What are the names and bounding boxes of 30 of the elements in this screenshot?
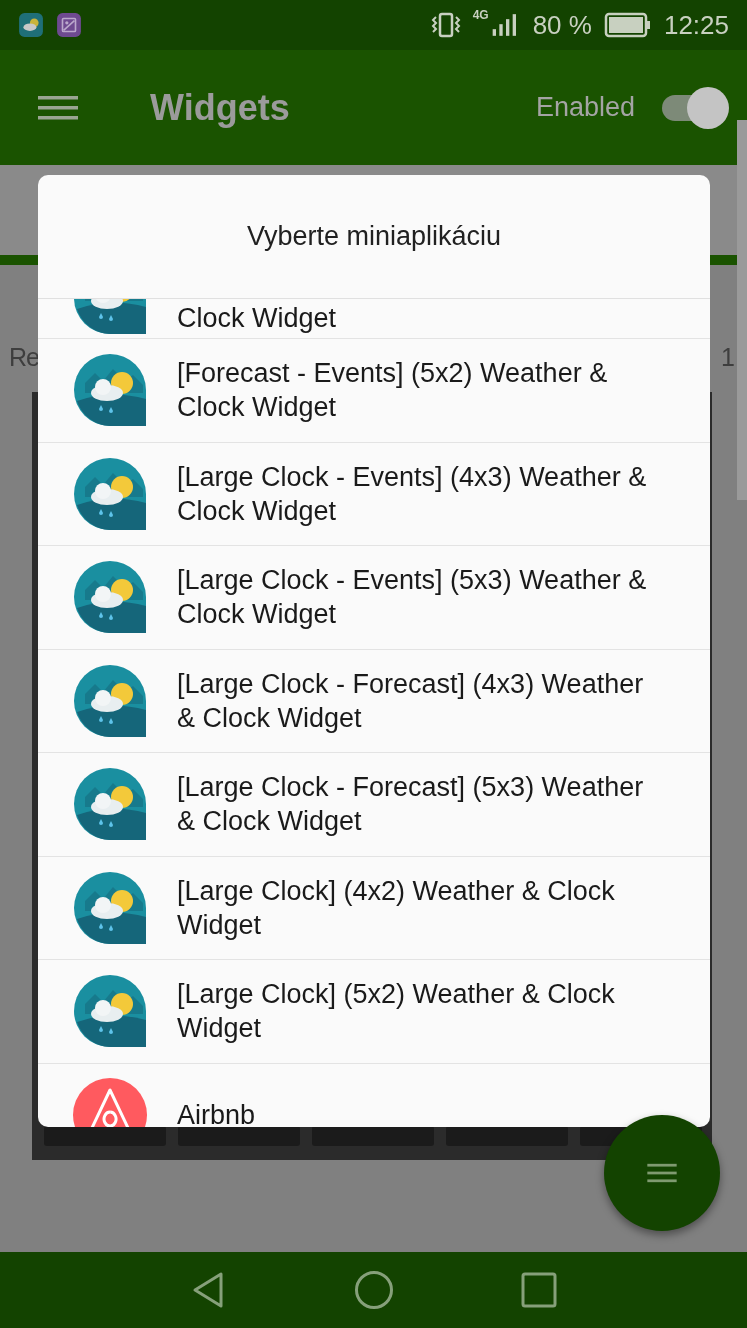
widget-list-item[interactable]: [Large Clock - Forecast] (5x3) Weather & Clock Widget (38, 753, 710, 857)
battery-percent: 80 % (532, 9, 592, 41)
weather-app-icon (73, 353, 147, 428)
weather-app-icon (73, 456, 147, 531)
widget-list-item[interactable]: [Large Clock] (4x2) Weather & Clock Widget (38, 856, 710, 960)
gallery-icon (56, 12, 82, 38)
widget-list-item[interactable]: [Large Clock - Events] (5x3) Weather & Clock Widget (38, 546, 710, 650)
weather-app-icon (73, 974, 147, 1049)
background-text: Re (9, 343, 39, 372)
network-type-label: 4G (472, 8, 489, 22)
clock-time: 12:25 (663, 9, 729, 41)
weather-app-icon (73, 767, 147, 842)
switch-label: Enabled (535, 92, 635, 123)
weather-app-icon (73, 560, 147, 635)
widget-list-item[interactable]: [Forecast - Events] (5x2) Weather & Clock Widget (38, 339, 710, 443)
widget-list-item[interactable]: [Large Clock] (5x2) Weather & Clock Widget (38, 960, 710, 1064)
weather-app-icon (73, 663, 147, 738)
widget-list-item[interactable]: [Large Clock - Events] (4x3) Weather & Clock Widget (38, 442, 710, 546)
home-icon[interactable] (353, 1270, 394, 1310)
dialog-title: Vyberte miniaplikáciu (38, 175, 710, 299)
battery-icon (603, 12, 652, 38)
widget-list-item[interactable]: [Large Clock - Forecast] (4x3) Weather & Clock Widget (38, 649, 710, 753)
widget-list-item[interactable]: Clock Widget (38, 299, 710, 339)
app-title: Widgets (150, 86, 291, 129)
menu-icon (647, 1162, 677, 1184)
vibrate-icon (430, 11, 461, 39)
weather-app-icon (73, 870, 147, 945)
weather-app-icon (18, 12, 44, 38)
menu-icon[interactable] (38, 93, 78, 122)
background-text: 1 (721, 343, 734, 372)
